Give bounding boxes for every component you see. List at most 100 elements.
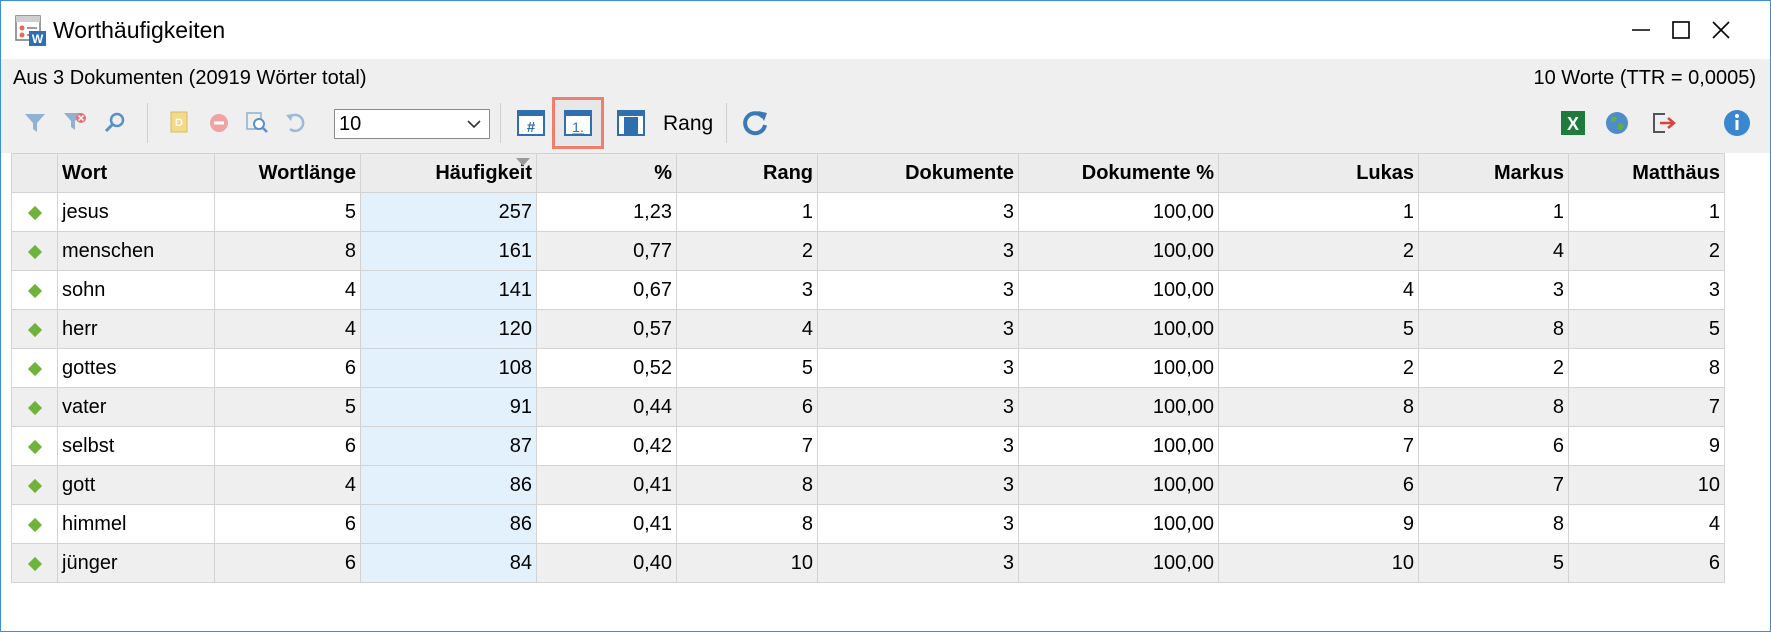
- cell-percent[interactable]: 1,23: [536, 192, 677, 232]
- cell-matthaeus[interactable]: 5: [1568, 309, 1725, 349]
- cell-dokumente[interactable]: 3: [817, 465, 1019, 505]
- cell-markus[interactable]: 7: [1418, 465, 1569, 505]
- cell-markus[interactable]: 8: [1418, 504, 1569, 544]
- cell-wort[interactable]: herr: [57, 309, 215, 349]
- filter-button[interactable]: [17, 105, 53, 141]
- cell-wort[interactable]: menschen: [57, 231, 215, 271]
- column-header-lukas[interactable]: Lukas: [1218, 153, 1419, 193]
- cell-percent[interactable]: 0,77: [536, 231, 677, 271]
- cell-wort[interactable]: gott: [57, 465, 215, 505]
- cell-matthaeus[interactable]: 4: [1568, 504, 1725, 544]
- column-header-dokumente-percent[interactable]: Dokumente %: [1018, 153, 1219, 193]
- cell-lukas[interactable]: 9: [1218, 504, 1419, 544]
- cell-haeufigkeit[interactable]: 120: [360, 309, 537, 349]
- cell-wortlaenge[interactable]: 5: [214, 387, 361, 427]
- table-row[interactable]: gott 4 86 0,41 8 3 100,00 6 7 10: [11, 465, 1725, 505]
- column-header-wort[interactable]: Wort: [57, 153, 215, 193]
- cell-rang[interactable]: 7: [676, 426, 818, 466]
- cell-dokumente-percent[interactable]: 100,00: [1018, 270, 1219, 310]
- refresh-button[interactable]: [737, 105, 773, 141]
- column-header-percent[interactable]: %: [536, 153, 677, 193]
- cell-rang[interactable]: 10: [676, 543, 818, 583]
- cell-lukas[interactable]: 10: [1218, 543, 1419, 583]
- cell-dokumente[interactable]: 3: [817, 426, 1019, 466]
- cell-wort[interactable]: jesus: [57, 192, 215, 232]
- cell-haeufigkeit[interactable]: 86: [360, 504, 537, 544]
- column-header-wortlaenge[interactable]: Wortlänge: [214, 153, 361, 193]
- cell-rang[interactable]: 2: [676, 231, 818, 271]
- cell-rang[interactable]: 8: [676, 504, 818, 544]
- cell-rang[interactable]: 1: [676, 192, 818, 232]
- cell-dokumente[interactable]: 3: [817, 231, 1019, 271]
- cell-matthaeus[interactable]: 10: [1568, 465, 1725, 505]
- cell-lukas[interactable]: 8: [1218, 387, 1419, 427]
- table-row[interactable]: selbst 6 87 0,42 7 3 100,00 7 6 9: [11, 426, 1725, 466]
- cell-wortlaenge[interactable]: 5: [214, 192, 361, 232]
- cell-percent[interactable]: 0,67: [536, 270, 677, 310]
- cell-markus[interactable]: 2: [1418, 348, 1569, 388]
- cell-markus[interactable]: 3: [1418, 270, 1569, 310]
- cell-dokumente[interactable]: 3: [817, 504, 1019, 544]
- cell-haeufigkeit[interactable]: 141: [360, 270, 537, 310]
- cell-percent[interactable]: 0,42: [536, 426, 677, 466]
- cell-dokumente[interactable]: 3: [817, 309, 1019, 349]
- cell-matthaeus[interactable]: 8: [1568, 348, 1725, 388]
- count-select[interactable]: 10: [334, 109, 490, 139]
- cell-rang[interactable]: 4: [676, 309, 818, 349]
- cell-rang[interactable]: 5: [676, 348, 818, 388]
- cell-haeufigkeit[interactable]: 108: [360, 348, 537, 388]
- cell-matthaeus[interactable]: 3: [1568, 270, 1725, 310]
- cell-lukas[interactable]: 2: [1218, 231, 1419, 271]
- excel-export-button[interactable]: X: [1555, 105, 1591, 141]
- cell-lukas[interactable]: 1: [1218, 192, 1419, 232]
- table-row[interactable]: herr 4 120 0,57 4 3 100,00 5 8 5: [11, 309, 1725, 349]
- cell-matthaeus[interactable]: 9: [1568, 426, 1725, 466]
- search-button[interactable]: [97, 105, 133, 141]
- cell-dokumente-percent[interactable]: 100,00: [1018, 309, 1219, 349]
- cell-haeufigkeit[interactable]: 91: [360, 387, 537, 427]
- cell-lukas[interactable]: 6: [1218, 465, 1419, 505]
- cell-markus[interactable]: 1: [1418, 192, 1569, 232]
- cell-lukas[interactable]: 4: [1218, 270, 1419, 310]
- cell-dokumente-percent[interactable]: 100,00: [1018, 543, 1219, 583]
- cell-markus[interactable]: 8: [1418, 387, 1569, 427]
- cell-wortlaenge[interactable]: 6: [214, 426, 361, 466]
- table-row[interactable]: jünger 6 84 0,40 10 3 100,00 10 5 6: [11, 543, 1725, 583]
- cell-percent[interactable]: 0,44: [536, 387, 677, 427]
- table-row[interactable]: menschen 8 161 0,77 2 3 100,00 2 4 2: [11, 231, 1725, 271]
- cell-haeufigkeit[interactable]: 161: [360, 231, 537, 271]
- delete-button[interactable]: [201, 105, 237, 141]
- cell-markus[interactable]: 8: [1418, 309, 1569, 349]
- cell-percent[interactable]: 0,41: [536, 504, 677, 544]
- cell-markus[interactable]: 6: [1418, 426, 1569, 466]
- column-header-rang[interactable]: Rang: [676, 153, 818, 193]
- cell-percent[interactable]: 0,40: [536, 543, 677, 583]
- cell-wortlaenge[interactable]: 4: [214, 465, 361, 505]
- cell-dokumente-percent[interactable]: 100,00: [1018, 348, 1219, 388]
- export-button[interactable]: [1645, 105, 1681, 141]
- cell-wort[interactable]: vater: [57, 387, 215, 427]
- cell-dokumente-percent[interactable]: 100,00: [1018, 231, 1219, 271]
- zoom-button[interactable]: [239, 105, 275, 141]
- cell-matthaeus[interactable]: 7: [1568, 387, 1725, 427]
- rank-toggle-button[interactable]: [613, 105, 649, 141]
- cell-dokumente[interactable]: 3: [817, 387, 1019, 427]
- cell-dokumente[interactable]: 3: [817, 192, 1019, 232]
- cell-wortlaenge[interactable]: 6: [214, 504, 361, 544]
- cell-wortlaenge[interactable]: 6: [214, 543, 361, 583]
- web-export-button[interactable]: [1599, 105, 1635, 141]
- cell-matthaeus[interactable]: 2: [1568, 231, 1725, 271]
- cell-dokumente-percent[interactable]: 100,00: [1018, 426, 1219, 466]
- cell-lukas[interactable]: 2: [1218, 348, 1419, 388]
- cell-dokumente-percent[interactable]: 100,00: [1018, 465, 1219, 505]
- cell-dokumente[interactable]: 3: [817, 348, 1019, 388]
- table-row[interactable]: jesus 5 257 1,23 1 3 100,00 1 1 1: [11, 192, 1725, 232]
- column-header-matthaeus[interactable]: Matthäus: [1568, 153, 1725, 193]
- remove-filter-button[interactable]: [57, 105, 93, 141]
- cell-haeufigkeit[interactable]: 257: [360, 192, 537, 232]
- cell-dokumente[interactable]: 3: [817, 543, 1019, 583]
- cell-markus[interactable]: 4: [1418, 231, 1569, 271]
- column-header-markus[interactable]: Markus: [1418, 153, 1569, 193]
- undo-button[interactable]: [277, 105, 313, 141]
- table-row[interactable]: sohn 4 141 0,67 3 3 100,00 4 3 3: [11, 270, 1725, 310]
